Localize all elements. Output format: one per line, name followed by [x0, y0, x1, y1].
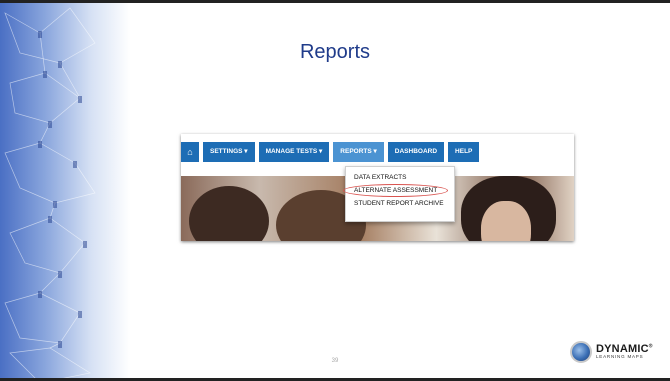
menu-item-student-report-archive[interactable]: STUDENT REPORT ARCHIVE [346, 197, 454, 210]
hero-person-1 [189, 186, 269, 241]
hero-person-3-face [481, 201, 531, 241]
nav-help-button[interactable]: HELP [448, 142, 480, 162]
logo-subtitle: LEARNING MAPS [596, 354, 644, 360]
top-navbar: ⌂ SETTINGS ▾ MANAGE TESTS ▾ REPORTS ▾ DA… [181, 142, 480, 162]
slide-title: Reports [299, 41, 371, 63]
nav-settings-button[interactable]: SETTINGS ▾ [203, 142, 255, 162]
home-icon: ⌂ [187, 147, 193, 157]
logo-text: DYNAMIC® LEARNING MAPS [596, 344, 653, 360]
embedded-app-screenshot: ⌂ SETTINGS ▾ MANAGE TESTS ▾ REPORTS ▾ DA… [181, 134, 574, 241]
dynamic-learning-maps-logo: DYNAMIC® LEARNING MAPS [570, 341, 653, 363]
slide: Reports ⌂ SETTINGS ▾ MANAGE TESTS ▾ REPO… [0, 0, 670, 381]
nav-manage-tests-button[interactable]: MANAGE TESTS ▾ [258, 142, 330, 162]
menu-item-alternate-assessment[interactable]: ALTERNATE ASSESSMENT [346, 184, 454, 197]
menu-item-data-extracts[interactable]: DATA EXTRACTS [346, 171, 454, 184]
globe-icon [570, 341, 592, 363]
reports-dropdown-menu: DATA EXTRACTS ALTERNATE ASSESSMENT STUDE… [345, 166, 455, 222]
home-button[interactable]: ⌂ [181, 142, 199, 162]
nav-reports-button[interactable]: REPORTS ▾ [333, 142, 384, 162]
nav-dashboard-button[interactable]: DASHBOARD [387, 142, 445, 162]
registered-mark: ® [648, 343, 653, 350]
